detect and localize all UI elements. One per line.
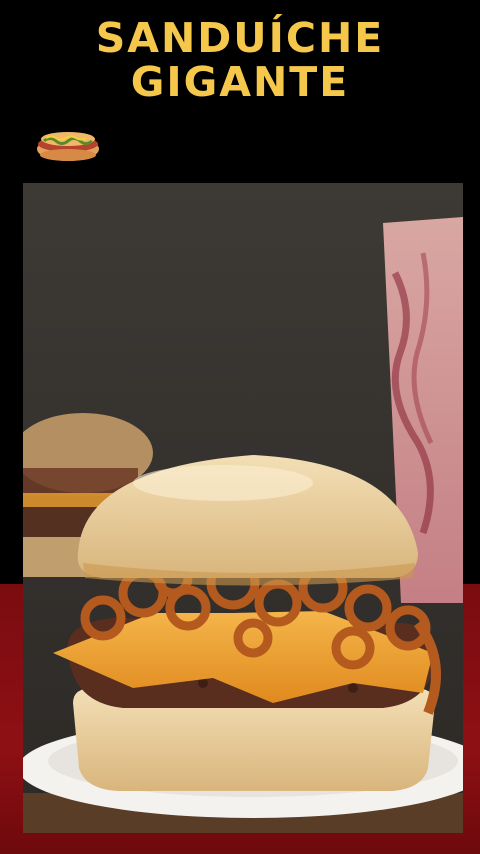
title-line-1: SANDUÍCHE [95, 14, 385, 62]
hotdog-icon [34, 122, 102, 164]
burger-photo [23, 183, 463, 833]
title-line-2: GIGANTE [130, 58, 350, 106]
page-title: SANDUÍCHE GIGANTE [0, 16, 480, 104]
